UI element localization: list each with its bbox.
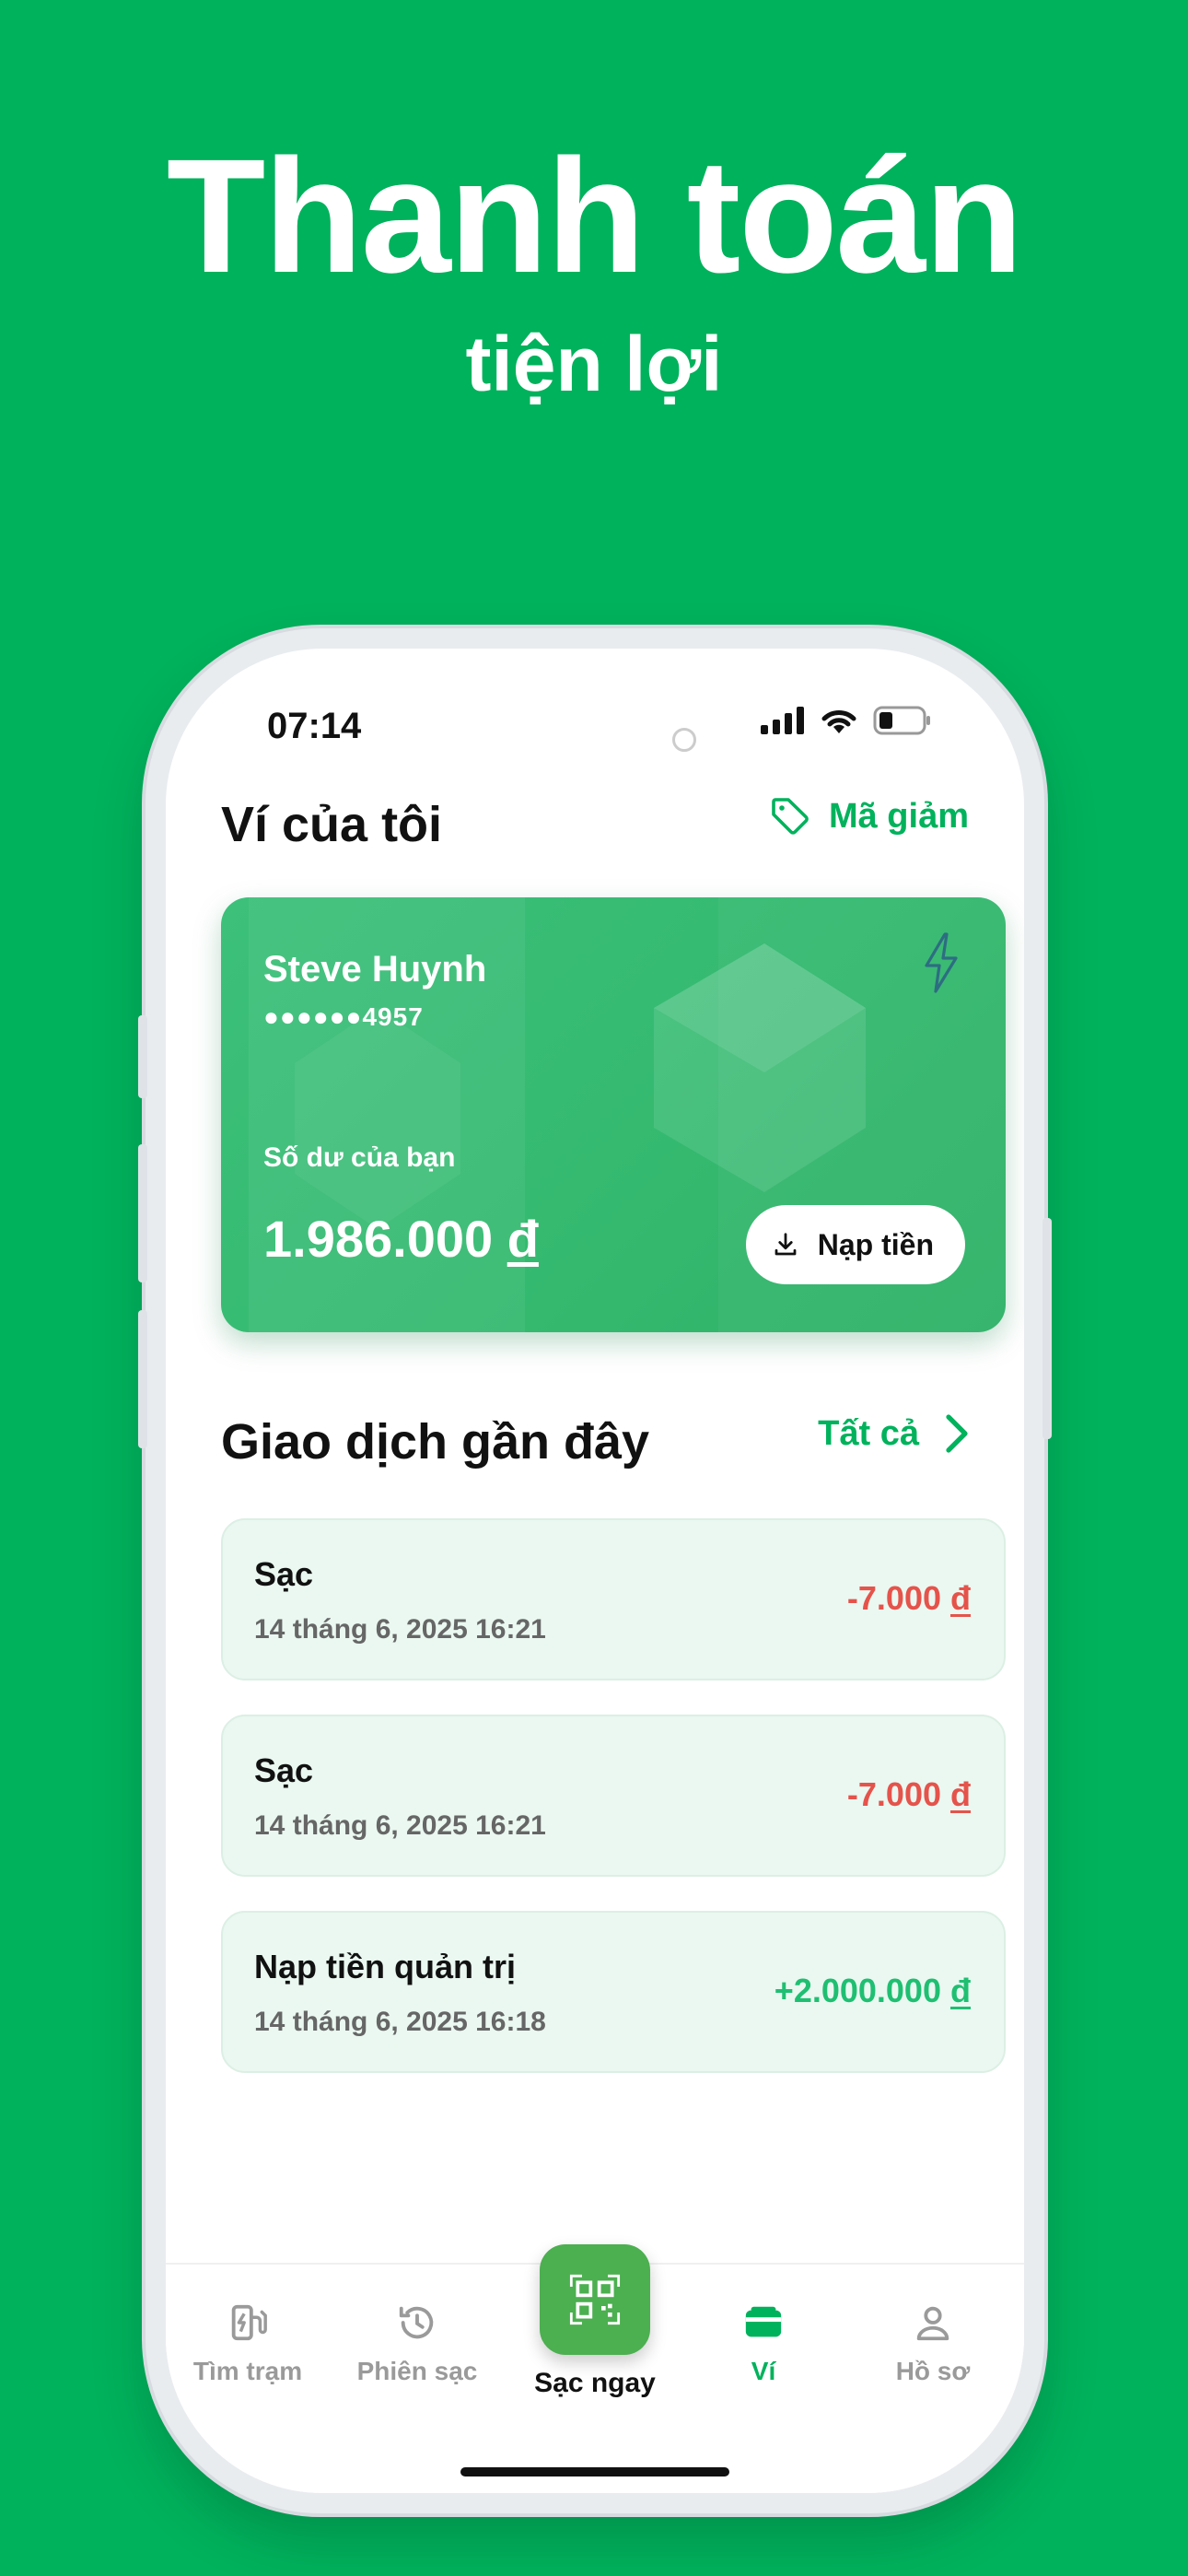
transaction-currency: đ [950,1972,971,2009]
wallet-icon [745,2306,782,2337]
volume-up-button [138,1144,147,1282]
status-time: 07:14 [267,706,362,746]
transaction-date: 14 tháng 6, 2025 16:21 [254,1810,546,1841]
transaction-amount-value: -7.000 [846,1775,941,1813]
balance-label: Số dư của bạn [263,1142,456,1173]
volume-down-button [138,1310,147,1448]
transaction-currency: đ [950,1579,971,1617]
transaction-amount-value: +2.000.000 [774,1972,941,2009]
nav-item-find-station[interactable]: Tìm trạm [166,2301,333,2386]
see-all-label: Tất cả [818,1413,919,1453]
transaction-item[interactable]: Sạc 14 tháng 6, 2025 16:21 -7.000 đ [221,1518,1006,1680]
wifi-icon [821,710,856,733]
transaction-amount: +2.000.000 đ [775,1972,971,2010]
transaction-currency: đ [950,1775,971,1813]
masked-card-number: ●●●●●●4957 [263,1002,424,1031]
signal-icon [761,707,804,734]
nav-label: Hồ sơ [895,2357,971,2385]
nav-item-profile[interactable]: Hồ sơ [847,2301,1019,2386]
scan-charge-button[interactable] [540,2244,650,2355]
transaction-title: Sạc [254,1555,314,1593]
user-icon [916,2306,949,2341]
tag-icon [772,798,809,835]
ev-station-icon [231,2304,267,2341]
transaction-date: 14 tháng 6, 2025 16:21 [254,1614,546,1645]
history-icon [399,2306,434,2339]
recent-transactions-title: Giao dịch gần đây [221,1414,650,1469]
home-indicator [460,2467,729,2476]
nav-label: Tìm trạm [192,2357,303,2385]
balance-amount: 1.986.000 đ [263,1209,539,1269]
balance-currency: đ [507,1210,539,1268]
see-all-button[interactable]: Tất cả [818,1413,969,1454]
battery-icon [873,706,930,735]
wallet-card: Steve Huynh ●●●●●●4957 Số dư của bạn 1.9… [221,897,1006,1332]
bottom-nav: Tìm trạm Phiên sạc Sạc ngay Ví Hồ sơ [166,2244,1024,2493]
hero-title: Thanh toán [166,126,1023,307]
lightning-icon [925,932,958,993]
page-title: Ví của tôi [221,797,443,852]
transaction-title: Nạp tiền quản trị [254,1948,517,1985]
qr-scan-icon [569,2274,621,2325]
camera-dot [672,728,696,752]
transaction-date: 14 tháng 6, 2025 16:18 [254,2007,546,2037]
nav-item-sessions[interactable]: Phiên sạc [332,2301,503,2386]
promo-code-button[interactable]: Mã giảm [768,794,969,838]
cardholder-name: Steve Huynh [263,949,487,989]
top-up-button[interactable]: Nạp tiền [745,1205,965,1284]
top-up-label: Nạp tiền [817,1227,934,1261]
promo-label: Mã giảm [828,796,969,836]
transaction-item[interactable]: Nạp tiền quản trị 14 tháng 6, 2025 16:18… [221,1911,1006,2073]
status-icons [761,706,932,735]
balance-value: 1.986.000 [263,1210,494,1268]
transaction-amount: -7.000 đ [847,1775,971,1814]
mute-switch [138,1015,147,1098]
nav-label: Phiên sạc [356,2357,478,2385]
hero-subtitle: tiện lợi [465,321,723,407]
transaction-amount-value: -7.000 [846,1579,941,1617]
nav-label: Ví [751,2357,776,2385]
app-screen: 07:14 Ví của tôi Mã giảm Steve Huynh ●●●… [166,649,1024,2493]
transaction-title: Sạc [254,1751,314,1789]
phone-frame: 07:14 Ví của tôi Mã giảm Steve Huynh ●●●… [138,628,1052,2513]
scan-charge-label: Sạc ngay [534,2368,656,2398]
transaction-item[interactable]: Sạc 14 tháng 6, 2025 16:21 -7.000 đ [221,1715,1006,1877]
power-button [1042,1218,1052,1439]
download-icon [775,1233,797,1256]
chevron-right-icon [946,1414,968,1453]
transaction-amount: -7.000 đ [847,1579,971,1618]
nav-item-wallet[interactable]: Ví [678,2301,849,2386]
